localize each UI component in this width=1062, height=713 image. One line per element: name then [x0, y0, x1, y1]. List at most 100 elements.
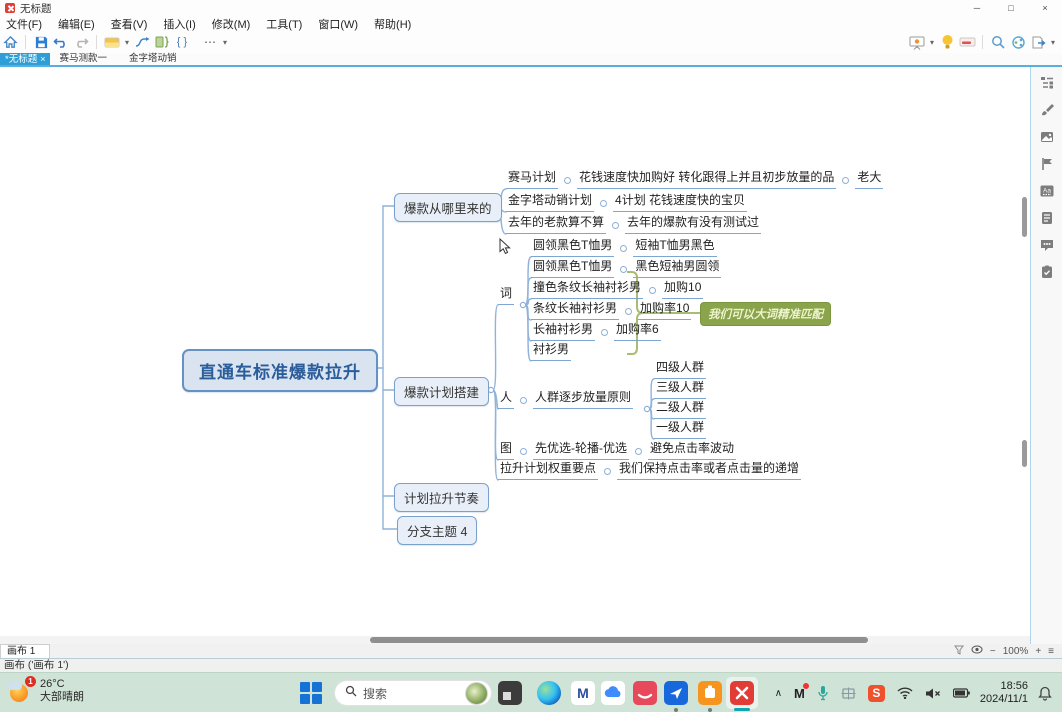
share-icon[interactable]: [1008, 33, 1028, 51]
topic-row[interactable]: 条纹长袖衬衫男 加购率10: [531, 301, 691, 320]
weather-widget[interactable]: 1 26°C 大部晴朗: [8, 678, 84, 704]
outline-icon[interactable]: [1039, 75, 1055, 91]
maximize-button[interactable]: □: [994, 0, 1028, 16]
topic-text[interactable]: 避免点击率波动: [648, 441, 736, 460]
more-icon[interactable]: ⋯: [200, 33, 220, 51]
notification-bell-icon[interactable]: [1038, 686, 1052, 701]
taskbar-app-dark-icon[interactable]: [498, 681, 522, 705]
close-button[interactable]: ×: [1028, 0, 1062, 16]
comment-icon[interactable]: [1039, 237, 1055, 253]
summary-icon[interactable]: [152, 33, 172, 51]
tray-m-icon[interactable]: M: [794, 686, 805, 701]
task-icon[interactable]: [1039, 264, 1055, 280]
start-button[interactable]: [300, 682, 322, 704]
marker-icon[interactable]: [957, 33, 977, 51]
branch-where-from[interactable]: 爆款从哪里来的: [394, 193, 502, 222]
zoom-in-button[interactable]: +: [1035, 646, 1041, 657]
taskbar-edge-icon[interactable]: [537, 681, 561, 705]
topic-row[interactable]: 长袖衬衫男 加购率6: [531, 322, 661, 341]
overview-eye-icon[interactable]: [971, 645, 983, 657]
filter-icon[interactable]: [954, 645, 964, 658]
tray-chevron-up-icon[interactable]: ∧: [775, 688, 782, 699]
topic-text[interactable]: 先优选-轮播-优选: [533, 441, 629, 460]
topic-text[interactable]: 人群逐步放量原则: [533, 390, 633, 409]
menu-modify[interactable]: 修改(M): [212, 16, 251, 32]
canvas-tab[interactable]: 画布 1: [0, 644, 50, 658]
topic-text[interactable]: 4计划 花钱速度快的宝贝: [613, 193, 747, 212]
topic-text[interactable]: 加购率10: [638, 301, 691, 320]
flag-icon[interactable]: [1039, 156, 1055, 172]
menu-view[interactable]: 查看(V): [111, 16, 148, 32]
topic-text[interactable]: 衬衫男: [531, 342, 571, 361]
presentation-dropdown-icon[interactable]: ▾: [927, 38, 937, 47]
taskbar-search[interactable]: 搜索: [334, 680, 492, 706]
topic-text[interactable]: 黑色短袖男圆领: [633, 259, 721, 278]
tab-jinzita[interactable]: 金字塔动销: [124, 53, 182, 65]
topic-row[interactable]: 衬衫男: [531, 342, 571, 361]
topic-row[interactable]: 四级人群: [654, 360, 706, 379]
central-topic[interactable]: 直通车标准爆款拉升: [182, 349, 378, 392]
topic-text[interactable]: 条纹长袖衬衫男: [531, 301, 619, 320]
topic-text[interactable]: 花钱速度快加购好 转化跟得上并且初步放量的品: [577, 170, 836, 189]
relationship-icon[interactable]: [132, 33, 152, 51]
export-icon[interactable]: [1028, 33, 1048, 51]
tray-battery-icon[interactable]: [953, 688, 970, 698]
topic-text[interactable]: 去年的老款算不算: [506, 215, 606, 234]
topic-text[interactable]: 加购率6: [614, 322, 661, 341]
home-icon[interactable]: [0, 33, 20, 51]
font-icon[interactable]: Aa: [1039, 183, 1055, 199]
horizontal-scrollbar[interactable]: [370, 637, 868, 643]
redo-icon[interactable]: [71, 33, 91, 51]
minimize-button[interactable]: ─: [960, 0, 994, 16]
topic-row[interactable]: 圆领黑色T恤男 黑色短袖男圆领: [531, 259, 721, 278]
menu-file[interactable]: 文件(F): [6, 16, 42, 32]
topic-row[interactable]: 圆领黑色T恤男 短袖T恤男黑色: [531, 238, 717, 257]
topic-text[interactable]: 三级人群: [654, 380, 706, 399]
topic-text[interactable]: 长袖衬衫男: [531, 322, 595, 341]
topic-row[interactable]: 一级人群: [654, 420, 706, 439]
topic-text[interactable]: 我们保持点击率或者点击量的递增: [617, 461, 801, 480]
topic-word[interactable]: 词: [498, 286, 514, 305]
taskbar-orange-app-icon[interactable]: [698, 681, 722, 705]
topic-row[interactable]: 金字塔动销计划 4计划 花钱速度快的宝贝: [506, 193, 747, 212]
style-dropdown-icon[interactable]: ▾: [122, 38, 132, 47]
topic-row[interactable]: 二级人群: [654, 400, 706, 419]
menu-window[interactable]: 窗口(W): [318, 16, 358, 32]
theme-brush-icon[interactable]: [1039, 102, 1055, 118]
topic-text[interactable]: 短袖T恤男黑色: [633, 238, 716, 257]
taskbar-blue-app-icon[interactable]: [664, 681, 688, 705]
tab-untitled[interactable]: *无标题×: [0, 53, 50, 65]
topic-text[interactable]: 一级人群: [654, 420, 706, 439]
menu-help[interactable]: 帮助(H): [374, 16, 411, 32]
summary-note[interactable]: 我们可以大词精准匹配: [700, 302, 831, 326]
topic-row[interactable]: 三级人群: [654, 380, 706, 399]
branch-plan-build[interactable]: 爆款计划搭建: [394, 377, 489, 406]
branch-rhythm[interactable]: 计划拉升节奏: [394, 483, 489, 512]
topic-text[interactable]: 去年的爆款有没有测试过: [625, 215, 761, 234]
tray-wifi-icon[interactable]: [897, 687, 913, 699]
lightbulb-icon[interactable]: [937, 33, 957, 51]
menu-edit[interactable]: 编辑(E): [58, 16, 95, 32]
topic-text[interactable]: 二级人群: [654, 400, 706, 419]
style-icon[interactable]: [102, 33, 122, 51]
image-icon[interactable]: [1039, 129, 1055, 145]
topic-text[interactable]: 撞色条纹长袖衬衫男: [531, 280, 643, 299]
topic-text[interactable]: 词: [498, 286, 514, 305]
notes-icon[interactable]: [1039, 210, 1055, 226]
taskbar-cloud-icon[interactable]: [601, 681, 625, 705]
tray-volume-muted-icon[interactable]: [925, 687, 941, 700]
export-dropdown-icon[interactable]: ▾: [1048, 38, 1058, 47]
topic-text[interactable]: 拉升计划权重要点: [498, 461, 598, 480]
vertical-scrollbar-marker[interactable]: [1022, 440, 1027, 467]
tab-close-icon[interactable]: ×: [40, 54, 45, 64]
zoom-fit-button[interactable]: ≡: [1048, 646, 1054, 657]
topic-text[interactable]: 加购10: [662, 280, 703, 299]
brace-icon[interactable]: { }: [172, 33, 192, 51]
tab-saima[interactable]: 赛马测款一: [54, 53, 112, 65]
search-icon[interactable]: [988, 33, 1008, 51]
topic-row[interactable]: 赛马计划 花钱速度快加购好 转化跟得上并且初步放量的品 老大: [506, 170, 883, 189]
branch-topic4[interactable]: 分支主题 4: [397, 516, 477, 545]
taskbar-red-app-icon[interactable]: [633, 681, 657, 705]
zoom-out-button[interactable]: −: [990, 646, 996, 657]
mindmap-canvas[interactable]: 直通车标准爆款拉升 爆款从哪里来的 爆款计划搭建 计划拉升节奏 分支主题 4 赛…: [0, 67, 1030, 636]
